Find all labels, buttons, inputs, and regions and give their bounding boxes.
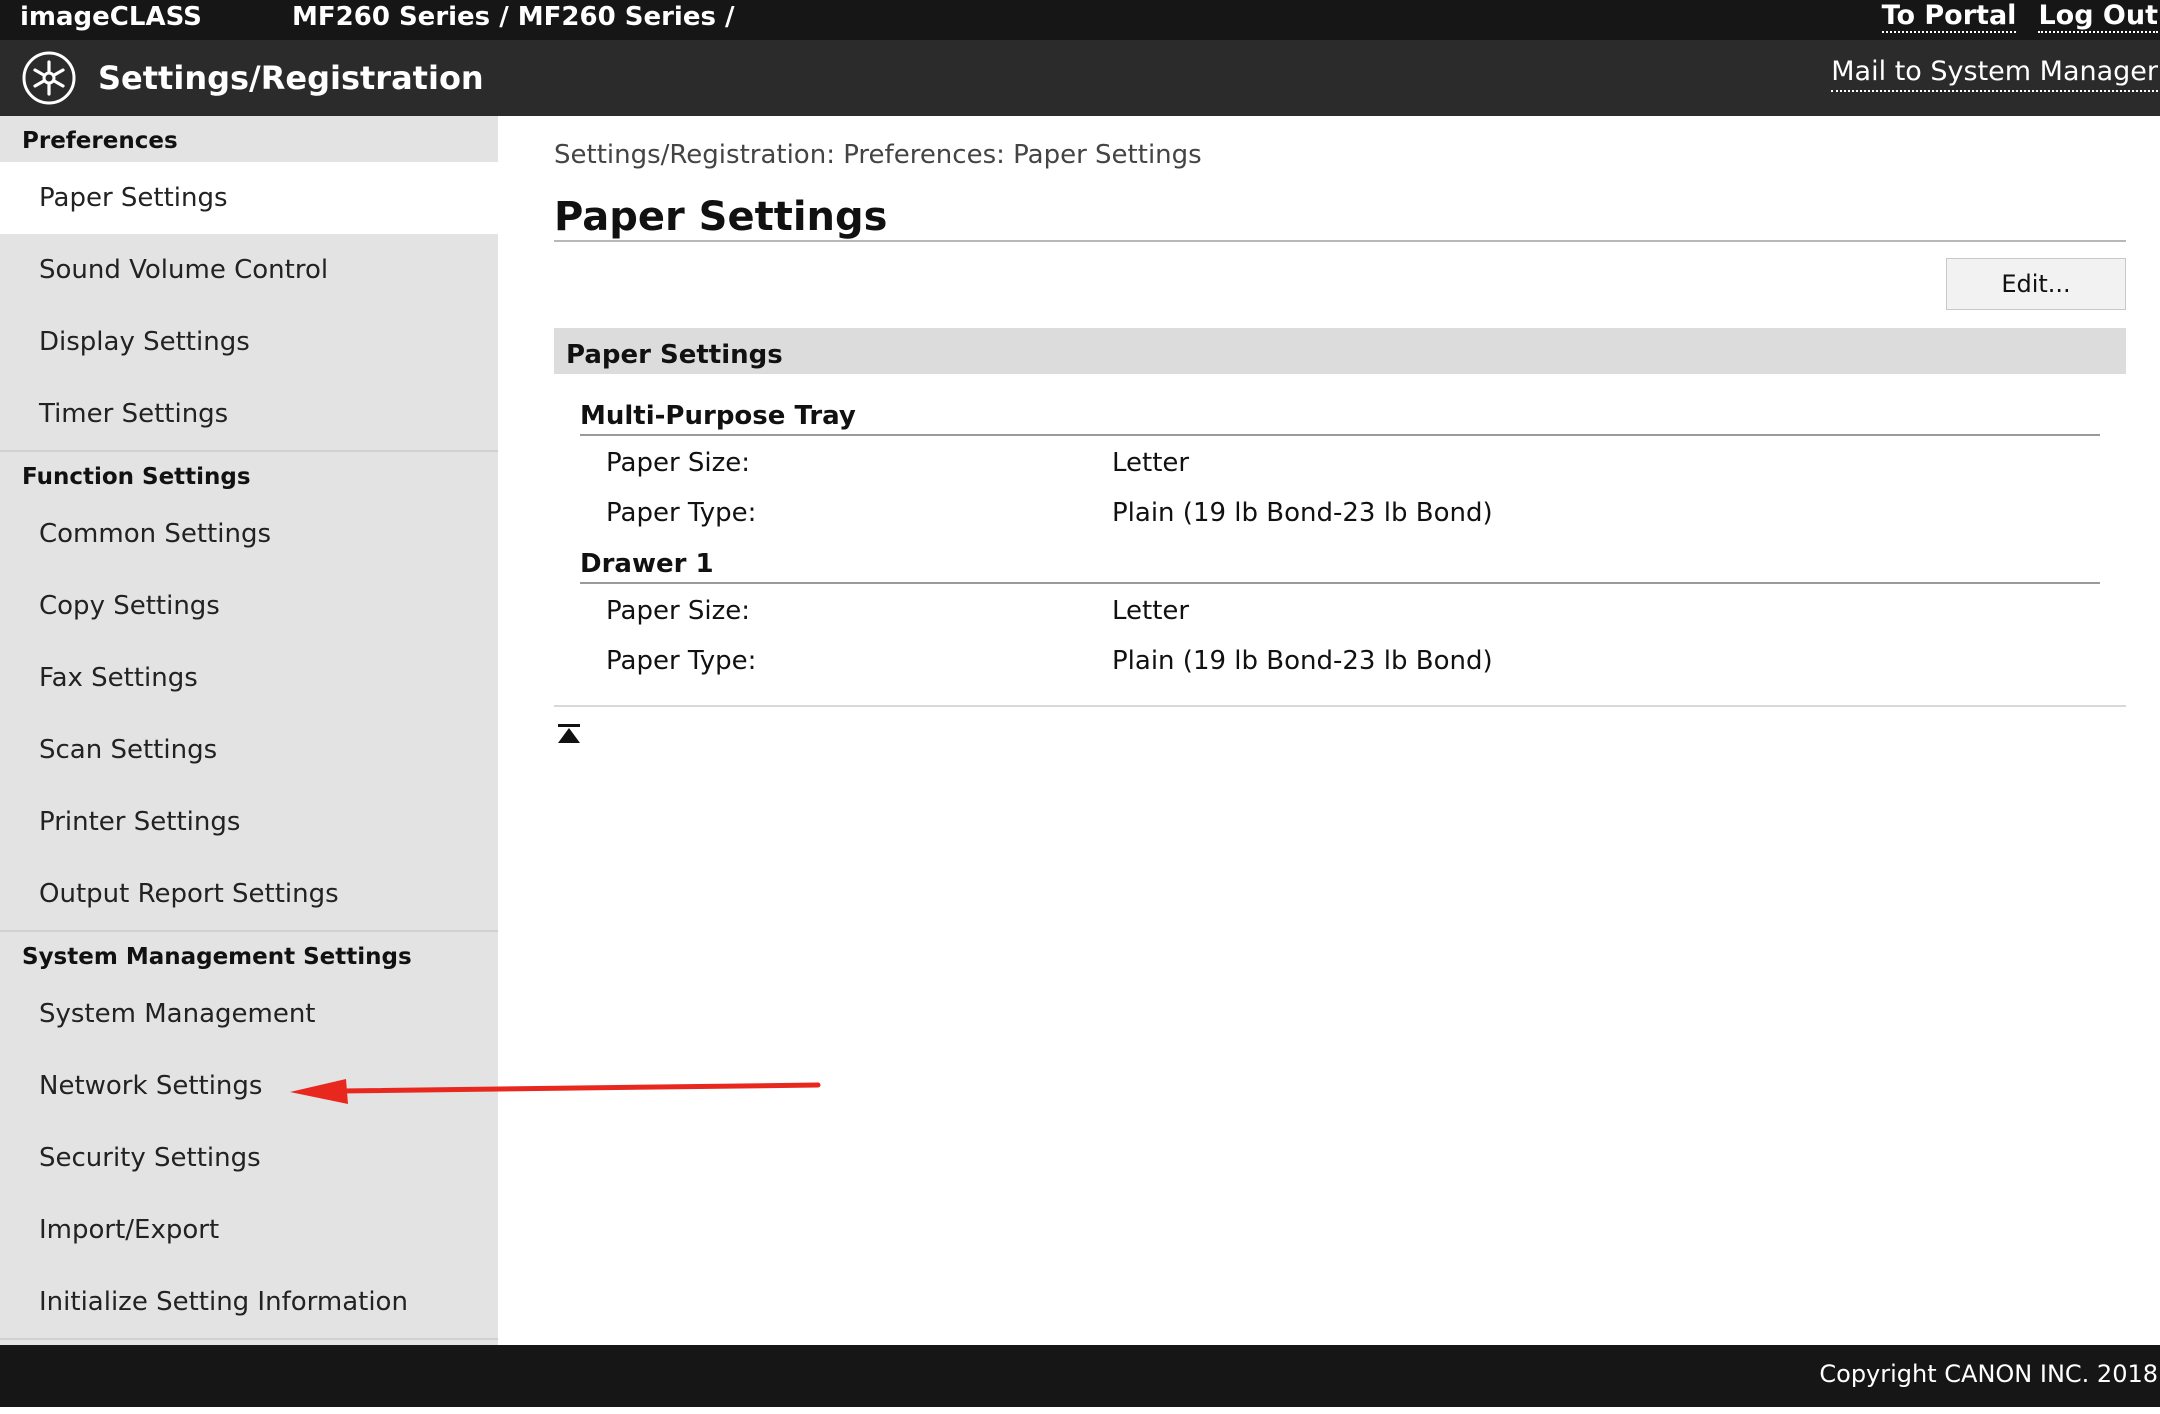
top-bar: imageCLASS MF260 Series / MF260 Series /… <box>0 0 2160 40</box>
back-to-top-icon[interactable] <box>556 721 582 747</box>
setting-value: Plain (19 lb Bond-23 lb Bond) <box>1112 498 1493 528</box>
sidebar-item-printer-settings[interactable]: Printer Settings <box>0 786 498 858</box>
setting-label: Paper Size: <box>606 448 751 478</box>
setting-row-paper-size: Paper Size: Letter <box>580 436 2100 486</box>
setting-value: Plain (19 lb Bond-23 lb Bond) <box>1112 646 1493 676</box>
sidebar-item-sound-volume-control[interactable]: Sound Volume Control <box>0 234 498 306</box>
header-title: Settings/Registration <box>98 59 484 97</box>
annotation-arrow <box>290 1079 821 1104</box>
edit-button[interactable]: Edit... <box>1946 258 2126 310</box>
device-name: MF260 Series / MF260 Series / <box>292 2 735 32</box>
group-drawer-1: Drawer 1 Paper Size: Letter Paper Type: … <box>580 544 2100 684</box>
setting-row-paper-type: Paper Type: Plain (19 lb Bond-23 lb Bond… <box>580 486 2100 536</box>
setting-row-paper-type: Paper Type: Plain (19 lb Bond-23 lb Bond… <box>580 634 2100 684</box>
sidebar-item-display-settings[interactable]: Display Settings <box>0 306 498 378</box>
content-divider <box>554 705 2126 707</box>
settings-registration-icon <box>22 51 76 105</box>
sidebar: Preferences Paper Settings Sound Volume … <box>0 116 498 1345</box>
top-links: To Portal Log Out <box>1860 0 2158 33</box>
setting-label: Paper Type: <box>606 646 757 676</box>
group-title: Multi-Purpose Tray <box>580 396 2100 436</box>
section-header-paper-settings: Paper Settings <box>554 328 2126 374</box>
page-title: Paper Settings <box>554 194 888 240</box>
setting-row-paper-size: Paper Size: Letter <box>580 584 2100 634</box>
sidebar-item-import-export[interactable]: Import/Export <box>0 1194 498 1266</box>
setting-label: Paper Type: <box>606 498 757 528</box>
to-portal-link[interactable]: To Portal <box>1881 0 2017 33</box>
breadcrumb: Settings/Registration: Preferences: Pape… <box>554 140 1202 170</box>
setting-value: Letter <box>1112 448 1190 478</box>
sidebar-heading-function-settings: Function Settings <box>22 464 251 490</box>
sidebar-divider <box>0 1338 498 1340</box>
sidebar-item-system-management[interactable]: System Management <box>0 978 498 1050</box>
sidebar-heading-preferences: Preferences <box>22 128 178 154</box>
sidebar-item-copy-settings[interactable]: Copy Settings <box>0 570 498 642</box>
sidebar-item-common-settings[interactable]: Common Settings <box>0 498 498 570</box>
footer: Copyright CANON INC. 2018 <box>0 1345 2160 1407</box>
log-out-link[interactable]: Log Out <box>2038 0 2158 33</box>
sidebar-heading-system-management-settings: System Management Settings <box>22 944 412 970</box>
sidebar-item-security-settings[interactable]: Security Settings <box>0 1122 498 1194</box>
sidebar-item-output-report-settings[interactable]: Output Report Settings <box>0 858 498 930</box>
group-title: Drawer 1 <box>580 544 2100 584</box>
sidebar-item-fax-settings[interactable]: Fax Settings <box>0 642 498 714</box>
brand-name: imageCLASS <box>20 2 202 32</box>
sidebar-item-timer-settings[interactable]: Timer Settings <box>0 378 498 450</box>
title-divider <box>554 240 2126 242</box>
sidebar-item-paper-settings[interactable]: Paper Settings <box>0 162 498 234</box>
sidebar-item-initialize-setting-information[interactable]: Initialize Setting Information <box>0 1266 498 1338</box>
page-header: Settings/Registration Mail to System Man… <box>0 40 2160 116</box>
mail-to-system-manager-link[interactable]: Mail to System Manager <box>1831 54 2158 92</box>
copyright-text: Copyright CANON INC. 2018 <box>1819 1360 2158 1388</box>
setting-value: Letter <box>1112 596 1190 626</box>
setting-label: Paper Size: <box>606 596 751 626</box>
sidebar-item-scan-settings[interactable]: Scan Settings <box>0 714 498 786</box>
group-multi-purpose-tray: Multi-Purpose Tray Paper Size: Letter Pa… <box>580 396 2100 536</box>
